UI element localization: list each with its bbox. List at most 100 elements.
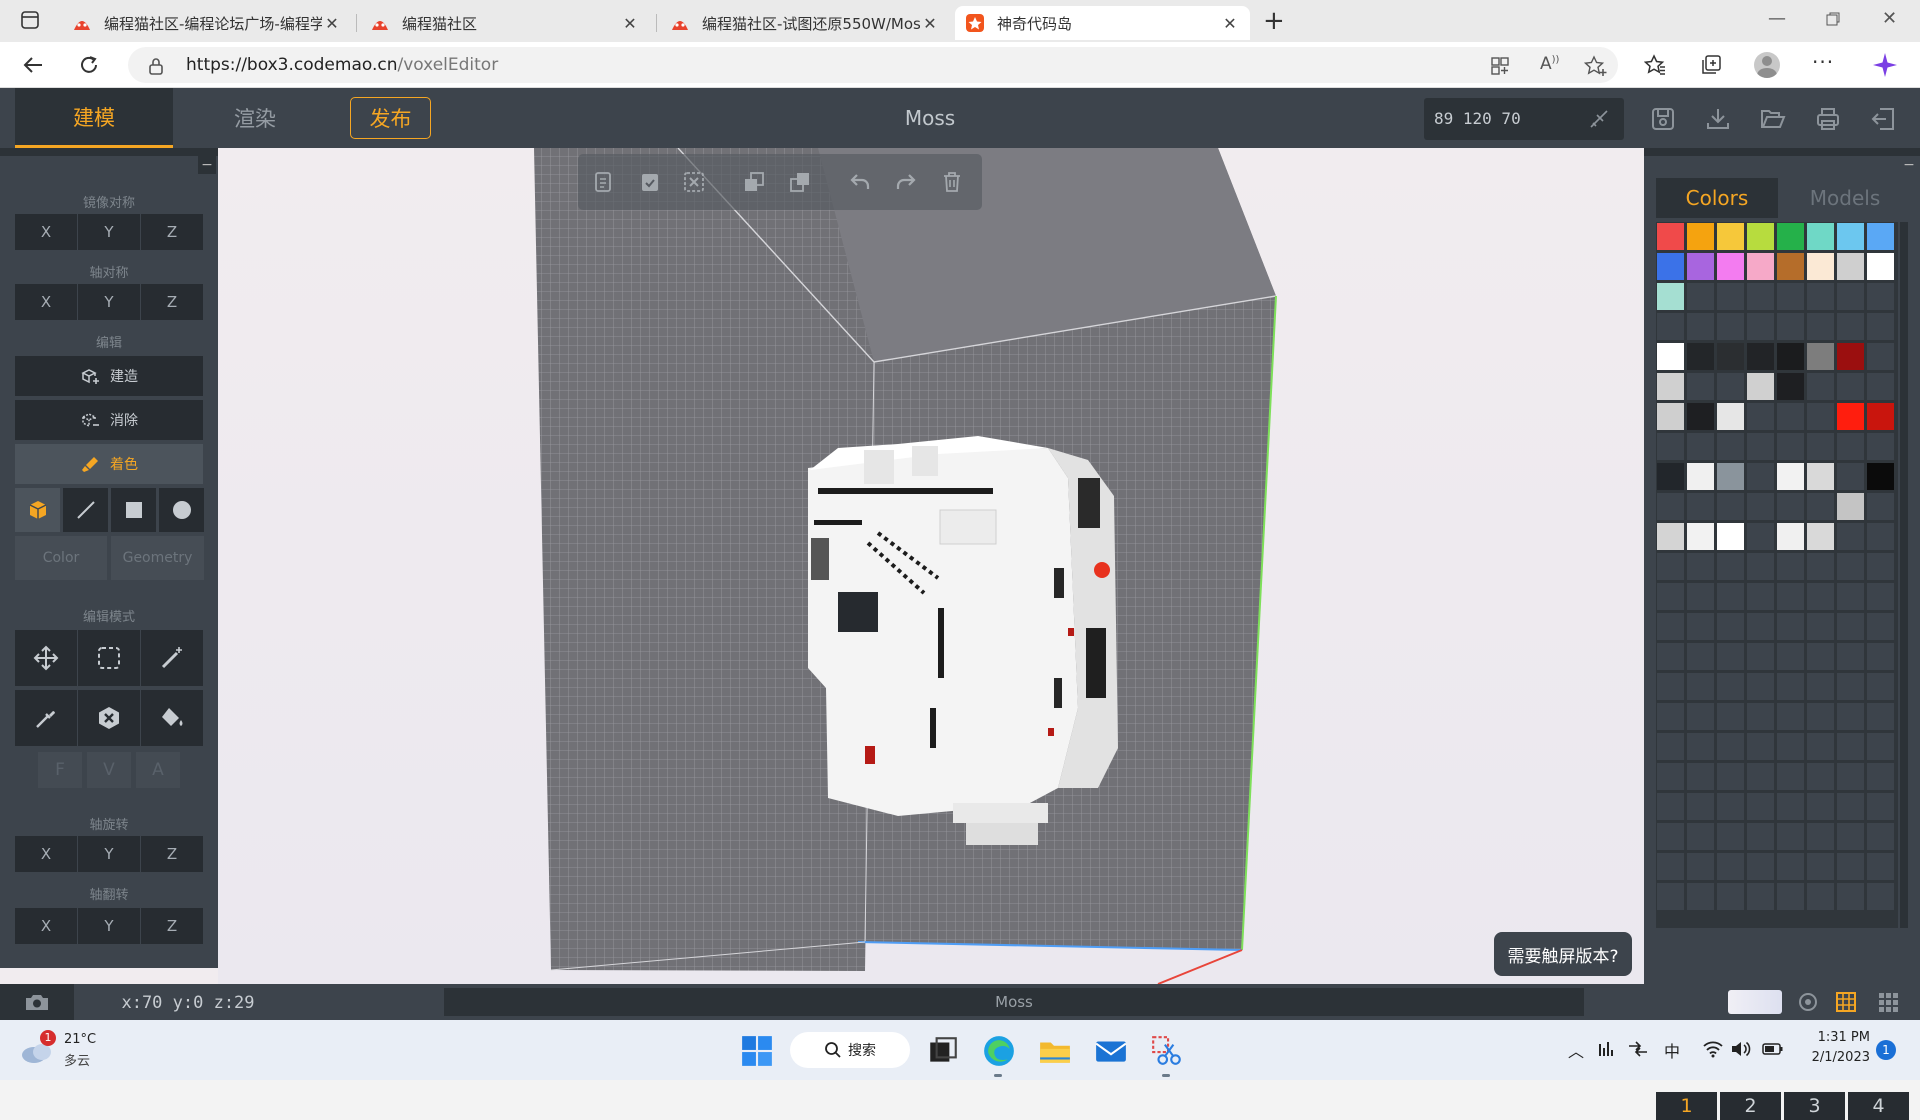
3d-viewport[interactable]: 需要触屏版本? — [218, 148, 1644, 984]
palette-empty-slot[interactable] — [1777, 283, 1804, 310]
palette-empty-slot[interactable] — [1717, 493, 1744, 520]
close-tab-icon[interactable]: ✕ — [322, 14, 342, 33]
palette-empty-slot[interactable] — [1777, 583, 1804, 610]
palette-swatch[interactable] — [1657, 283, 1684, 310]
palette-empty-slot[interactable] — [1837, 583, 1864, 610]
palette-empty-slot[interactable] — [1807, 583, 1834, 610]
palette-empty-slot[interactable] — [1837, 613, 1864, 640]
palette-page-2[interactable]: 2 — [1720, 1092, 1781, 1120]
palette-empty-slot[interactable] — [1807, 373, 1834, 400]
palette-empty-slot[interactable] — [1807, 403, 1834, 430]
palette-empty-slot[interactable] — [1687, 283, 1714, 310]
palette-swatch[interactable] — [1657, 223, 1684, 250]
ime-indicator[interactable]: 中 — [1664, 1038, 1680, 1062]
trash-icon[interactable] — [940, 170, 964, 194]
palette-swatch[interactable] — [1717, 223, 1744, 250]
palette-page-4[interactable]: 4 — [1848, 1092, 1909, 1120]
exit-icon[interactable] — [1870, 106, 1896, 132]
palette-swatch[interactable] — [1657, 403, 1684, 430]
palette-empty-slot[interactable] — [1867, 553, 1894, 580]
palette-empty-slot[interactable] — [1747, 823, 1774, 850]
grid-toggle-icon[interactable] — [1834, 990, 1858, 1014]
palette-empty-slot[interactable] — [1747, 493, 1774, 520]
palette-empty-slot[interactable] — [1837, 883, 1864, 910]
palette-swatch[interactable] — [1837, 253, 1864, 280]
palette-empty-slot[interactable] — [1807, 283, 1834, 310]
shape-sphere-button[interactable] — [159, 488, 204, 532]
duplicate-icon[interactable] — [742, 170, 766, 194]
voxel-canvas[interactable] — [218, 148, 1644, 984]
network-tray-icon[interactable] — [1628, 1040, 1648, 1058]
palette-empty-slot[interactable] — [1687, 853, 1714, 880]
palette-empty-slot[interactable] — [1747, 673, 1774, 700]
palette-empty-slot[interactable] — [1867, 763, 1894, 790]
palette-empty-slot[interactable] — [1747, 553, 1774, 580]
browser-tab-4[interactable]: 神奇代码岛 ✕ — [955, 6, 1250, 40]
palette-swatch[interactable] — [1807, 253, 1834, 280]
palette-swatch[interactable] — [1777, 223, 1804, 250]
palette-empty-slot[interactable] — [1687, 583, 1714, 610]
palette-empty-slot[interactable] — [1717, 793, 1744, 820]
palette-empty-slot[interactable] — [1807, 433, 1834, 460]
palette-empty-slot[interactable] — [1777, 793, 1804, 820]
palette-empty-slot[interactable] — [1687, 883, 1714, 910]
palette-empty-slot[interactable] — [1687, 643, 1714, 670]
palette-empty-slot[interactable] — [1687, 493, 1714, 520]
palette-empty-slot[interactable] — [1747, 313, 1774, 340]
palette-empty-slot[interactable] — [1747, 883, 1774, 910]
mirror-x-button[interactable]: X — [15, 214, 77, 250]
palette-swatch[interactable] — [1717, 463, 1744, 490]
palette-empty-slot[interactable] — [1807, 733, 1834, 760]
palette-empty-slot[interactable] — [1717, 553, 1744, 580]
windows-start-icon[interactable] — [740, 1034, 774, 1068]
resize-tool-icon[interactable] — [1588, 108, 1610, 130]
tab-render[interactable]: 渲染 — [196, 88, 314, 148]
shape-rect-button[interactable] — [111, 488, 156, 532]
palette-empty-slot[interactable] — [1867, 493, 1894, 520]
palette-empty-slot[interactable] — [1657, 733, 1684, 760]
weather-widget[interactable]: 1 21°C 多云 — [20, 1028, 110, 1072]
palette-swatch[interactable] — [1717, 523, 1744, 550]
palette-empty-slot[interactable] — [1837, 673, 1864, 700]
palette-empty-slot[interactable] — [1747, 793, 1774, 820]
palette-empty-slot[interactable] — [1837, 283, 1864, 310]
palette-empty-slot[interactable] — [1687, 613, 1714, 640]
palette-empty-slot[interactable] — [1837, 853, 1864, 880]
palette-empty-slot[interactable] — [1657, 583, 1684, 610]
models-tab[interactable]: Models — [1782, 178, 1908, 218]
copy-icon[interactable] — [592, 170, 616, 194]
tile-view-icon[interactable] — [1876, 990, 1900, 1014]
palette-empty-slot[interactable] — [1867, 373, 1894, 400]
palette-empty-slot[interactable] — [1807, 853, 1834, 880]
flip-y-button[interactable]: Y — [78, 908, 140, 944]
more-options-icon[interactable]: ··· — [1812, 50, 1834, 74]
palette-empty-slot[interactable] — [1717, 613, 1744, 640]
read-aloud-icon[interactable]: A)) — [1540, 54, 1559, 74]
redo-icon[interactable] — [894, 170, 918, 194]
back-icon[interactable] — [22, 54, 44, 76]
palette-swatch[interactable] — [1777, 523, 1804, 550]
palette-empty-slot[interactable] — [1837, 793, 1864, 820]
palette-swatch[interactable] — [1747, 253, 1774, 280]
palette-empty-slot[interactable] — [1717, 763, 1744, 790]
palette-empty-slot[interactable] — [1837, 433, 1864, 460]
close-tab-icon[interactable]: ✕ — [920, 14, 940, 33]
palette-swatch[interactable] — [1807, 343, 1834, 370]
palette-empty-slot[interactable] — [1867, 793, 1894, 820]
palette-empty-slot[interactable] — [1747, 433, 1774, 460]
wifi-icon[interactable] — [1702, 1040, 1724, 1058]
palette-swatch[interactable] — [1717, 343, 1744, 370]
paste-icon[interactable] — [638, 170, 662, 194]
palette-swatch[interactable] — [1687, 343, 1714, 370]
palette-empty-slot[interactable] — [1867, 283, 1894, 310]
palette-swatch[interactable] — [1777, 373, 1804, 400]
mirror-y-button[interactable]: Y — [78, 214, 140, 250]
palette-empty-slot[interactable] — [1687, 373, 1714, 400]
palette-empty-slot[interactable] — [1777, 763, 1804, 790]
merge-icon[interactable] — [788, 170, 812, 194]
palette-empty-slot[interactable] — [1777, 643, 1804, 670]
palette-empty-slot[interactable] — [1837, 763, 1864, 790]
file-explorer-icon[interactable] — [1038, 1034, 1072, 1068]
collections-icon[interactable] — [1700, 54, 1722, 76]
colors-tab[interactable]: Colors — [1656, 178, 1778, 218]
